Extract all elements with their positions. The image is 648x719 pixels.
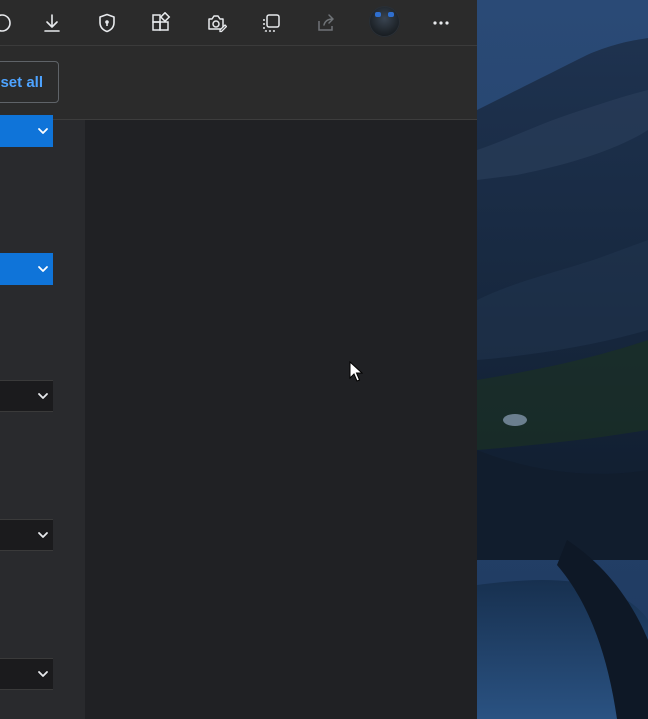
dropdown-select[interactable] xyxy=(0,658,53,690)
dropdown-select[interactable] xyxy=(0,115,53,147)
avatar-detail xyxy=(375,12,381,17)
settings-list-column xyxy=(0,115,85,719)
chevron-down-icon xyxy=(38,266,48,272)
chevron-down-icon xyxy=(38,128,48,134)
dropdown-select[interactable] xyxy=(0,519,53,551)
profile-avatar[interactable] xyxy=(369,6,400,37)
circle-icon[interactable] xyxy=(0,7,18,39)
chevron-down-icon xyxy=(38,532,48,538)
screenshot-icon[interactable] xyxy=(200,7,232,39)
extensions-icon[interactable] xyxy=(145,7,177,39)
mouse-cursor-icon xyxy=(349,361,363,382)
dropdown-select[interactable] xyxy=(0,380,53,412)
shield-icon[interactable] xyxy=(91,7,123,39)
avatar-detail xyxy=(388,12,394,17)
reset-all-button[interactable]: set all xyxy=(0,61,59,103)
dropdown-select[interactable] xyxy=(0,253,53,285)
share-icon[interactable] xyxy=(310,7,342,39)
more-icon[interactable] xyxy=(425,7,457,39)
browser-window: set all xyxy=(0,0,477,719)
chevron-down-icon xyxy=(38,393,48,399)
browser-toolbar xyxy=(0,0,477,46)
chevron-down-icon xyxy=(38,671,48,677)
collections-icon[interactable] xyxy=(255,7,287,39)
content-area xyxy=(85,120,477,719)
settings-subheader: set all xyxy=(0,46,477,120)
desktop-wallpaper xyxy=(477,0,648,719)
download-icon[interactable] xyxy=(36,7,68,39)
